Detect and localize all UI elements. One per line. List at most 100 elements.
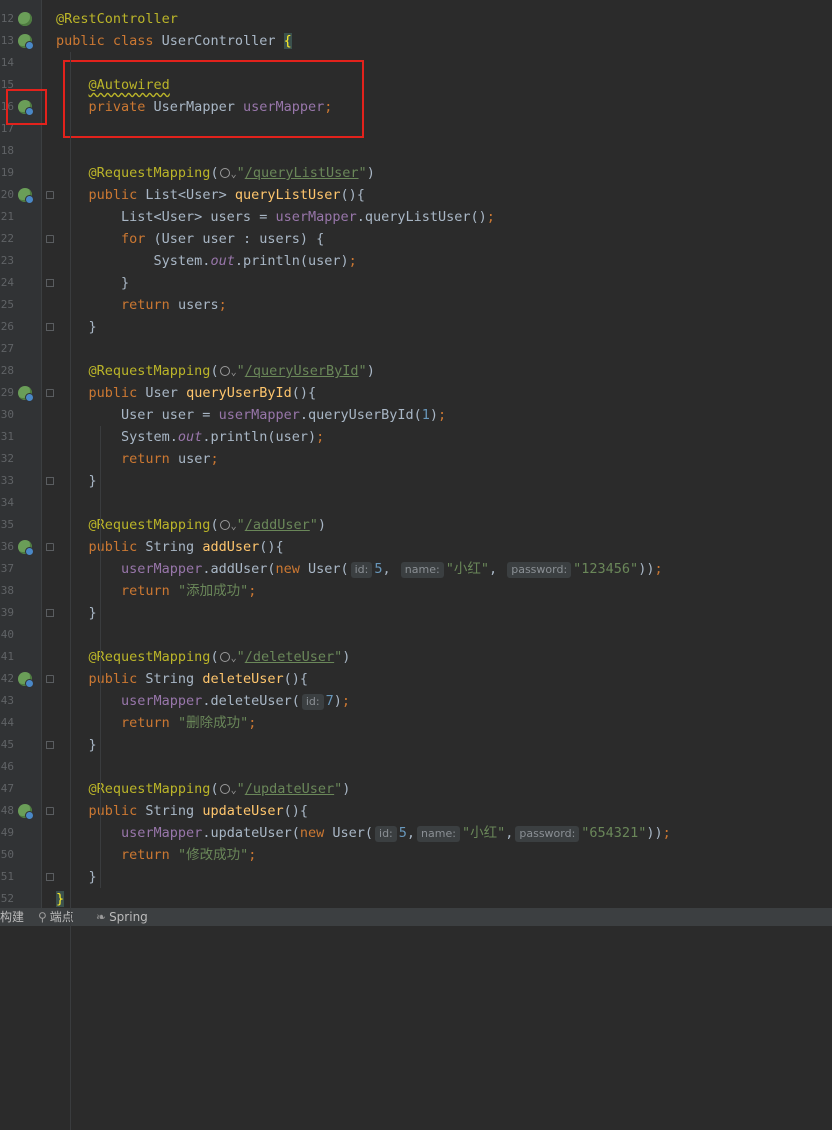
navigate-dot-icon <box>25 547 34 556</box>
line-number: 13 <box>0 34 14 47</box>
code-line[interactable]: List<User> users = userMapper.queryListU… <box>56 206 495 228</box>
code-line[interactable]: for (User user : users) { <box>56 228 324 250</box>
code-line[interactable]: @RequestMapping(⌄"/queryListUser") <box>56 162 375 184</box>
code-line[interactable]: public String deleteUser(){ <box>56 668 308 690</box>
fold-start-icon[interactable] <box>46 389 54 397</box>
code-line[interactable]: } <box>56 866 97 888</box>
fold-end-icon[interactable] <box>46 873 54 881</box>
code-line[interactable]: User user = userMapper.queryUserById(1); <box>56 404 446 426</box>
spring-bean-icon[interactable] <box>18 12 32 26</box>
code-token: 1 <box>421 407 430 423</box>
fold-end-icon[interactable] <box>46 279 54 287</box>
code-token: 5 <box>398 825 407 841</box>
code-line[interactable]: @RestController <box>56 8 178 30</box>
breakpoints-tab[interactable]: ⚲ 端点 <box>38 908 74 926</box>
code-token: ) <box>366 165 375 181</box>
code-token: .deleteUser( <box>202 693 300 709</box>
fold-end-icon[interactable] <box>46 323 54 331</box>
line-number: 40 <box>0 628 14 641</box>
code-token: return <box>121 847 178 863</box>
code-token: ; <box>486 209 495 225</box>
code-line[interactable]: public List<User> queryListUser(){ <box>56 184 365 206</box>
code-line[interactable]: public User queryUserById(){ <box>56 382 317 404</box>
code-token: return <box>121 297 178 313</box>
code-token: , <box>406 825 416 841</box>
code-line[interactable]: } <box>56 734 97 756</box>
code-token: } <box>56 605 97 621</box>
line-number: 31 <box>0 430 14 443</box>
code-token: ; <box>248 583 257 599</box>
code-token: , <box>382 561 399 577</box>
line-number: 20 <box>0 188 14 201</box>
spring-bean-icon[interactable] <box>18 34 34 50</box>
code-line[interactable]: return users; <box>56 294 227 316</box>
code-line[interactable]: public String updateUser(){ <box>56 800 308 822</box>
code-line[interactable]: } <box>56 272 129 294</box>
code-token: (User user : users) { <box>153 231 325 247</box>
code-line[interactable]: return user; <box>56 448 219 470</box>
spring-bean-icon[interactable] <box>18 672 34 688</box>
code-token: ) <box>317 517 327 533</box>
fold-start-icon[interactable] <box>46 675 54 683</box>
code-line[interactable]: System.out.println(user); <box>56 426 324 448</box>
code-line[interactable]: @RequestMapping(⌄"/addUser") <box>56 514 327 536</box>
web-endpoint-icon: ⌄ <box>219 363 237 379</box>
code-token: .queryUserById( <box>299 407 422 423</box>
code-line[interactable]: userMapper.updateUser(new User(id: 5, name… <box>56 822 671 844</box>
fold-start-icon[interactable] <box>46 807 54 815</box>
fold-end-icon[interactable] <box>46 477 54 485</box>
code-token: System. <box>56 253 211 269</box>
spring-bean-icon[interactable] <box>18 188 34 204</box>
code-token: 7 <box>325 693 334 709</box>
code-token: (){ <box>259 539 284 555</box>
code-token: ) <box>333 693 342 709</box>
spring-bean-icon[interactable] <box>18 540 34 556</box>
line-number: 24 <box>0 276 14 289</box>
code-line[interactable]: userMapper.addUser(new User(id: 5, name: "… <box>56 558 663 580</box>
line-number: 23 <box>0 254 14 267</box>
code-line[interactable]: } <box>56 316 97 338</box>
parameter-hint: id: <box>350 562 373 578</box>
fold-end-icon[interactable] <box>46 609 54 617</box>
fold-end-icon[interactable] <box>46 741 54 749</box>
code-token: ) <box>342 781 351 797</box>
code-token: new <box>299 825 333 841</box>
line-number: 52 <box>0 892 14 905</box>
build-tab[interactable]: 构建 <box>0 908 24 926</box>
code-line[interactable]: } <box>56 888 65 910</box>
fold-start-icon[interactable] <box>46 235 54 243</box>
code-token: ; <box>210 451 219 467</box>
code-line[interactable]: System.out.println(user); <box>56 250 357 272</box>
fold-start-icon[interactable] <box>46 543 54 551</box>
code-token: (){ <box>291 385 317 401</box>
code-token: public <box>88 187 146 203</box>
spring-tab[interactable]: ❧ Spring <box>96 908 148 926</box>
indent-guide <box>100 426 101 888</box>
code-line[interactable]: } <box>56 602 97 624</box>
fold-start-icon[interactable] <box>46 191 54 199</box>
code-token: return <box>121 715 178 731</box>
code-line[interactable]: public String addUser(){ <box>56 536 284 558</box>
code-token: "修改成功" <box>177 847 249 863</box>
code-line[interactable]: return "修改成功"; <box>56 844 256 866</box>
code-line[interactable]: @RequestMapping(⌄"/queryUserById") <box>56 360 375 382</box>
line-number: 21 <box>0 210 14 223</box>
spring-bean-icon[interactable] <box>18 386 34 402</box>
code-line[interactable]: return "添加成功"; <box>56 580 256 602</box>
line-number: 35 <box>0 518 14 531</box>
code-line[interactable]: return "删除成功"; <box>56 712 256 734</box>
spring-bean-icon[interactable] <box>18 804 34 820</box>
code-line[interactable]: public class UserController { <box>56 30 292 52</box>
code-token: } <box>56 319 97 335</box>
code-token: ( <box>210 517 219 533</box>
code-token: queryUserById <box>186 385 292 401</box>
code-token: userMapper <box>218 407 300 423</box>
code-token: ; <box>316 429 325 445</box>
navigate-dot-icon <box>25 811 34 820</box>
code-line[interactable]: } <box>56 470 97 492</box>
code-token: , <box>505 825 514 841</box>
